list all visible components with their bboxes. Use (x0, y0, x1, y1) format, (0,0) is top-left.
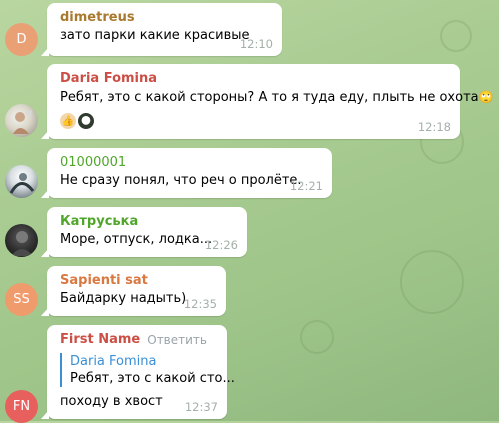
message-time: 12:35 (183, 297, 217, 311)
reply-quote[interactable]: Daria Fomina Ребят, это с какой сто... (60, 353, 235, 387)
wallpaper-doodle (300, 320, 334, 354)
message-text-body: Ребят, это с какой стороны? А то я туда … (60, 90, 479, 105)
quote-author: Daria Fomina (70, 354, 157, 369)
reply-button[interactable]: Ответить (147, 333, 207, 347)
avatar-initials: D (16, 32, 27, 47)
reactions: 👍 🌑 (60, 113, 448, 129)
message-bubble[interactable]: Sapienti sat Байдарку надыть) 12:35 (41, 266, 226, 316)
quote-text: Ребят, это с какой сто... (70, 371, 235, 386)
reaction-avatar[interactable]: 🌑 (78, 113, 94, 129)
message-text: Ребят, это с какой стороны? А то я туда … (60, 88, 494, 107)
message-text: зато парки какие красивые (60, 28, 250, 43)
message-text: Не сразу понял, что реч о пролёте. (60, 173, 302, 188)
sender-name[interactable]: Катруська (60, 213, 235, 231)
avatar-photo (9, 173, 35, 194)
message-bubble[interactable]: Катруська Море, отпуск, лодка... 12:26 (41, 207, 247, 257)
avatar[interactable] (5, 224, 38, 257)
avatar-photo (13, 110, 32, 134)
sender-name[interactable]: dimetreus (60, 9, 270, 27)
avatar[interactable]: D (5, 23, 38, 56)
message-time: 12:10 (239, 37, 273, 51)
avatar-photo (11, 231, 33, 256)
message-time: 12:37 (184, 400, 218, 414)
message-bubble[interactable]: Daria Fomina Ребят, это с какой стороны?… (41, 64, 494, 139)
sender-name[interactable]: Sapienti sat (60, 272, 214, 290)
message-time: 12:18 (417, 120, 451, 134)
message-bubble[interactable]: dimetreus зато парки какие красивые 12:1… (41, 3, 282, 56)
avatar[interactable]: SS (5, 283, 38, 316)
avatar[interactable] (5, 165, 38, 198)
message-time: 12:26 (204, 238, 238, 252)
avatar[interactable] (5, 104, 38, 137)
chat-window: { "chat": { "messages": [ { "id": "m1", … (0, 0, 499, 423)
message-bubble[interactable]: 01000001 Не сразу понял, что реч о пролё… (41, 148, 332, 198)
message-bubble[interactable]: First Name Ответить Daria Fomina Ребят, … (41, 325, 235, 419)
message-time: 12:21 (289, 179, 323, 193)
rolling-eyes-emoji: 🙄 (478, 90, 494, 104)
avatar-initials: SS (13, 292, 30, 307)
wallpaper-doodle (440, 20, 472, 52)
wallpaper-doodle (400, 250, 464, 314)
sender-name[interactable]: Daria Fomina (60, 70, 448, 88)
sender-name[interactable]: 01000001 (60, 154, 320, 172)
avatar-initials: FN (12, 399, 31, 414)
thumbs-up-reaction[interactable]: 👍 (60, 113, 76, 129)
avatar[interactable]: FN (5, 390, 38, 423)
